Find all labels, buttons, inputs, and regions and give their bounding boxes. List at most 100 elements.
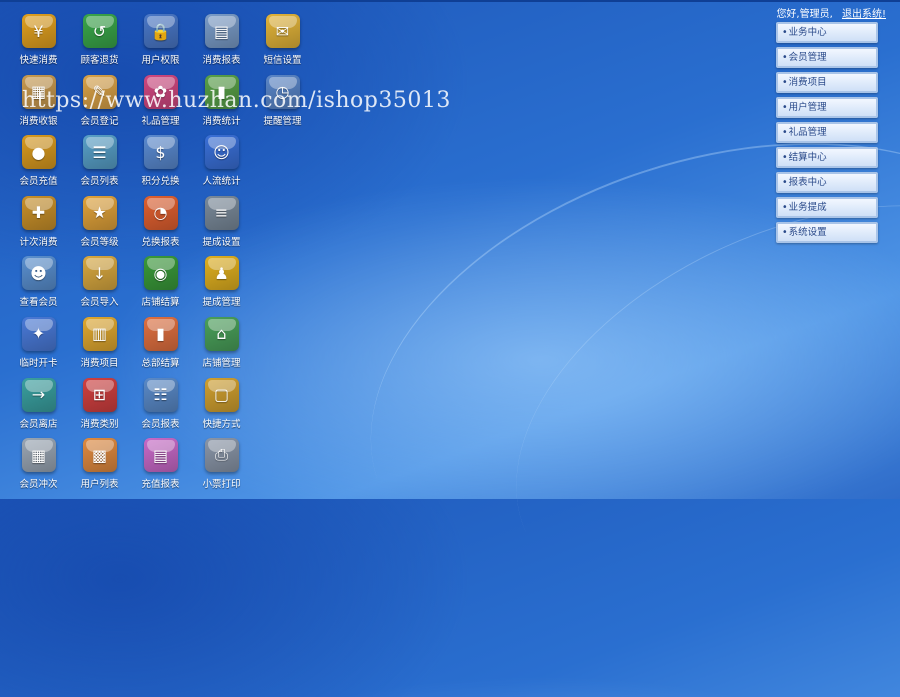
points-exchange-icon: $	[143, 135, 178, 170]
menu-item[interactable]: 礼品管理	[776, 122, 878, 143]
empty-cell	[252, 256, 313, 317]
view-member-icon: ☻	[21, 256, 56, 291]
count-consume-icon: ✚	[21, 195, 56, 230]
member-import-icon: ↓	[82, 256, 117, 291]
customer-return-icon: ↺	[82, 14, 117, 48]
shortcut-label: 会员登记	[80, 115, 119, 127]
shortcut-tile[interactable]: ● 会员充值	[8, 135, 69, 196]
shortcut-tile[interactable]: ✚ 计次消费	[8, 195, 69, 257]
shortcut-label: 消费类别	[80, 418, 119, 430]
menu-item[interactable]: 系统设置	[776, 222, 878, 243]
shortcut-tile[interactable]: $ 积分兑换	[130, 135, 191, 196]
shortcut-tile[interactable]: ▤ 充值报表	[130, 438, 191, 499]
shortcut-tile[interactable]: ☷ 会员报表	[130, 377, 191, 439]
member-recharge-icon: ●	[21, 135, 56, 170]
side-menu: 业务中心会员管理消费项目用户管理礼品管理结算中心报表中心业务提成系统设置	[776, 22, 878, 243]
shortcut-label: 会员等级	[80, 236, 119, 248]
consume-report-icon: ▤	[204, 14, 239, 48]
menu-item[interactable]: 报表中心	[776, 172, 878, 193]
shortcut-label: 用户权限	[141, 55, 180, 66]
shortcut-label: 店铺结算	[141, 297, 180, 309]
empty-cell	[252, 317, 313, 378]
shortcut-label: 提醒管理	[263, 115, 302, 127]
user-greeting-bar: 您好,管理员, 退出系统!	[776, 5, 886, 20]
menu-item[interactable]: 业务中心	[776, 22, 878, 43]
menu-item[interactable]: 会员管理	[776, 47, 878, 68]
empty-cell	[252, 135, 313, 196]
empty-cell	[252, 378, 313, 439]
menu-item[interactable]: 消费项目	[776, 72, 878, 93]
user-list-icon: ▩	[82, 438, 117, 473]
shortcut-label: 计次消费	[19, 236, 58, 248]
shortcut-tile[interactable]: ◔ 兑换报表	[130, 195, 191, 257]
menu-item[interactable]: 业务提成	[776, 197, 878, 218]
shortcut-label: 会员离店	[19, 418, 58, 430]
shortcut-label: 充值报表	[141, 479, 180, 491]
shortcut-tile[interactable]: ★ 会员等级	[69, 195, 130, 257]
shortcut-label: 消费报表	[202, 55, 241, 66]
member-level-icon: ★	[82, 195, 117, 230]
shortcut-label: 提成管理	[202, 297, 241, 309]
receipt-print-icon: ⎙	[204, 438, 239, 473]
shortcut-label: 总部结算	[141, 357, 180, 369]
shortcut-tile[interactable]: ✉ 短信设置	[252, 14, 313, 75]
shortcut-label: 积分兑换	[141, 176, 180, 188]
shortcut-label: 人流统计	[202, 176, 241, 188]
shortcut-tile[interactable]: ⌂ 店铺管理	[191, 316, 252, 378]
shortcut-label: 会员冲次	[19, 479, 58, 491]
desktop-shortcut-grid: ¥ 快速消费 ↺ 顾客退货 🔒 用户权限 ▤ 消费报表 ✉ 短信设置 ▦ 消费收银 ✎ 会员登记 ✿ 礼品管理…	[8, 14, 313, 499]
empty-cell	[252, 438, 313, 499]
shortcut-tile[interactable]: → 会员离店	[8, 377, 69, 439]
logout-link[interactable]: 退出系统!	[842, 9, 886, 20]
recharge-report-icon: ▤	[143, 438, 178, 473]
empty-cell	[252, 196, 313, 257]
watermark-text: https://www.huzhan.com/ishop35013	[22, 88, 451, 113]
shortcut-tile[interactable]: ▩ 用户列表	[69, 438, 130, 499]
shortcut-label: 会员导入	[80, 297, 119, 309]
traffic-stats-icon: ☺	[204, 135, 239, 170]
shortcut-tile[interactable]: ↓ 会员导入	[69, 256, 130, 317]
store-settlement-icon: ◉	[143, 256, 178, 291]
shortcut-tile[interactable]: ≡ 提成设置	[191, 195, 252, 257]
shortcut-tile[interactable]: ♟ 提成管理	[191, 256, 252, 317]
shortcut-tile[interactable]: ⊞ 消费类别	[69, 377, 130, 439]
shortcut-label: 兑换报表	[141, 236, 180, 248]
shortcut-tile[interactable]: ↺ 顾客退货	[69, 14, 130, 75]
shortcut-tile[interactable]: ⎙ 小票打印	[191, 438, 252, 499]
shortcut-tile[interactable]: ¥ 快速消费	[8, 14, 69, 75]
greeting-text: 您好,管理员,	[776, 9, 833, 20]
sms-settings-icon: ✉	[265, 14, 300, 48]
menu-item[interactable]: 用户管理	[776, 97, 878, 118]
shortcut-tile[interactable]: ☻ 查看会员	[8, 256, 69, 317]
shortcut-tile[interactable]: ☺ 人流统计	[191, 135, 252, 196]
shortcut-tile[interactable]: ▥ 消费项目	[69, 316, 130, 378]
shortcut-label: 用户列表	[80, 479, 119, 491]
shortcut-tile[interactable]: ▮ 总部结算	[130, 316, 191, 378]
shortcut-label: 快速消费	[19, 55, 58, 66]
hq-settlement-icon: ▮	[143, 316, 178, 351]
menu-item[interactable]: 结算中心	[776, 147, 878, 168]
shortcut-tile[interactable]: 🔒 用户权限	[130, 14, 191, 75]
shortcut-tile[interactable]: ◉ 店铺结算	[130, 256, 191, 317]
temp-card-icon: ✦	[21, 316, 56, 351]
shortcut-label: 店铺管理	[202, 357, 241, 369]
shortcut-tile[interactable]: ▦ 会员冲次	[8, 438, 69, 499]
shortcut-label: 礼品管理	[141, 115, 180, 127]
exchange-report-icon: ◔	[143, 195, 178, 230]
shortcut-label: 会员报表	[141, 418, 180, 430]
member-report-icon: ☷	[143, 377, 178, 412]
shortcut-label: 会员充值	[19, 176, 58, 188]
quick-consume-icon: ¥	[21, 14, 56, 48]
shortcut-tile[interactable]: ▢ 快捷方式	[191, 377, 252, 439]
user-permission-icon: 🔒	[143, 14, 178, 48]
commission-manage-icon: ♟	[204, 256, 239, 291]
shortcut-label: 查看会员	[19, 297, 58, 309]
shortcut-label: 会员列表	[80, 176, 119, 188]
shortcut-label: 短信设置	[263, 55, 302, 66]
shortcut-tile[interactable]: ✦ 临时开卡	[8, 316, 69, 378]
top-border	[0, 0, 900, 2]
shortcut-tile[interactable]: ☰ 会员列表	[69, 135, 130, 196]
shortcut-label: 消费收银	[19, 115, 58, 127]
shortcut-tile[interactable]: ▤ 消费报表	[191, 14, 252, 75]
member-leave-icon: →	[21, 377, 56, 412]
